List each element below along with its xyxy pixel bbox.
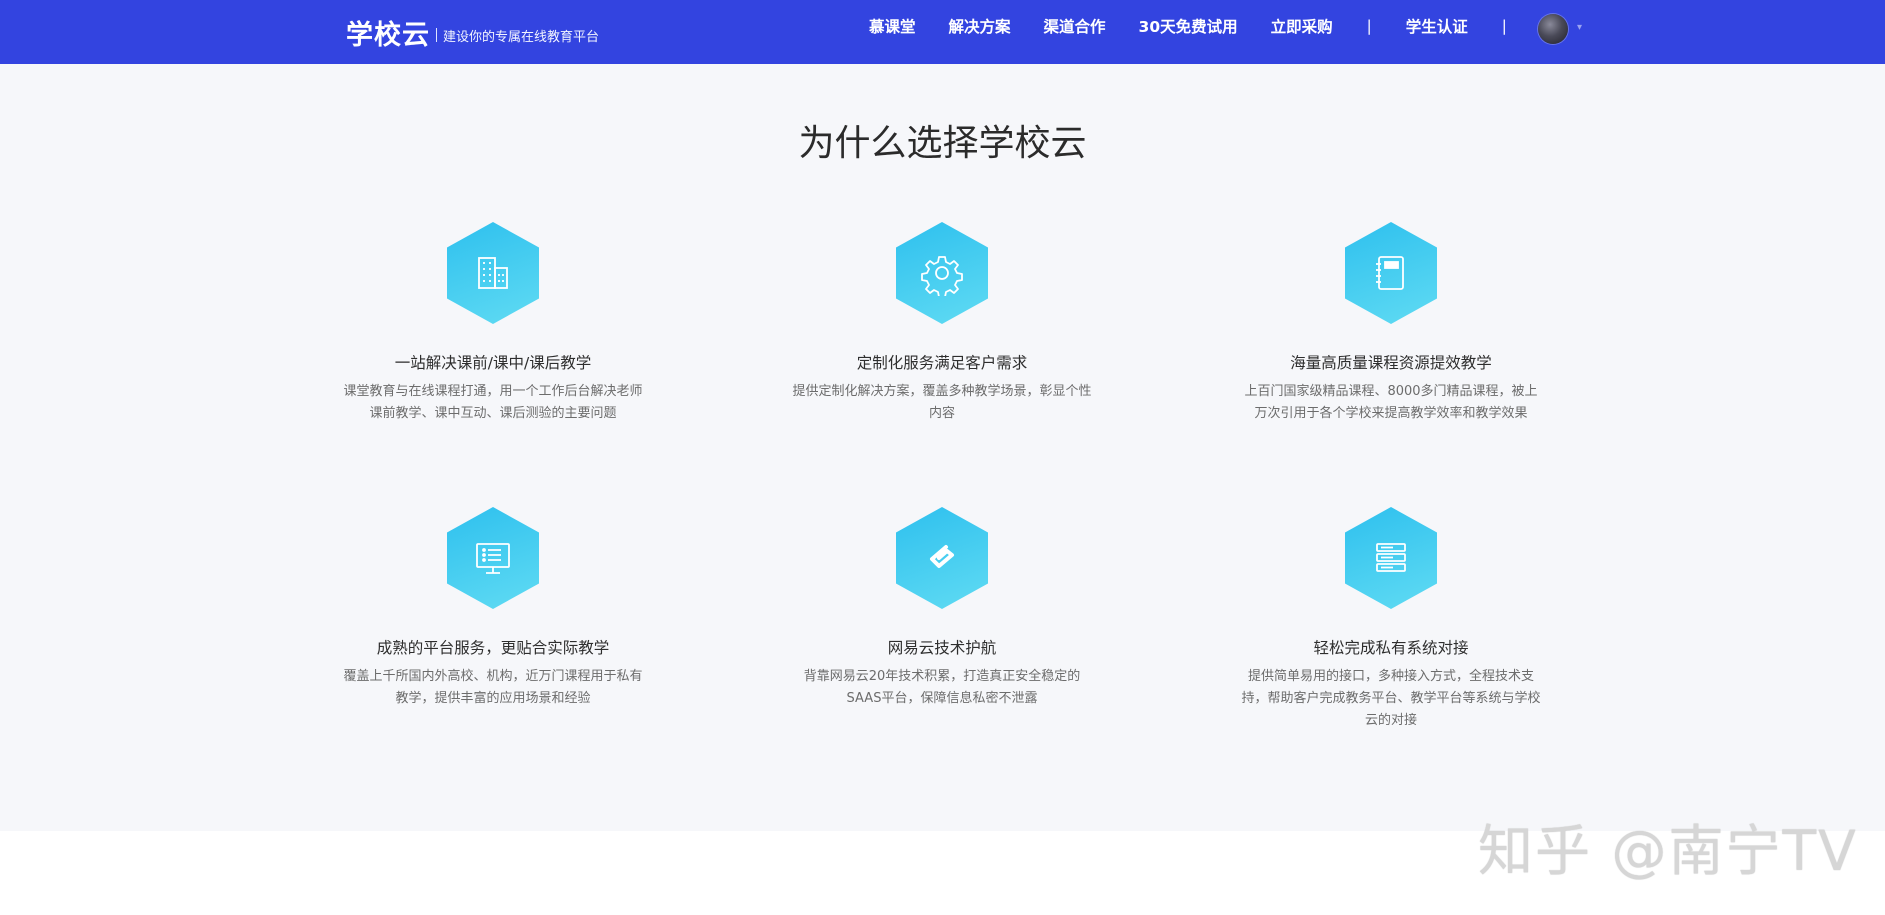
feature-description: 覆盖上千所国内外高校、机构，近万门课程用于私有教学，提供丰富的应用场景和经验 [343, 669, 643, 706]
brand[interactable]: 学校云 建设你的专属在线教育平台 [346, 12, 599, 52]
chevron-down-icon[interactable]: ▾ [1577, 22, 1582, 33]
nav-divider: | [1501, 17, 1507, 35]
gear-icon [896, 222, 988, 324]
feature-title: 海量高质量课程资源提效教学 [1290, 354, 1492, 372]
feature-title: 成熟的平台服务，更贴合实际教学 [376, 639, 610, 657]
feature-title: 定制化服务满足客户需求 [856, 354, 1028, 372]
nav-item-solutions[interactable]: 解决方案 [949, 15, 1011, 37]
watermark: 知乎 @南宁TV [1478, 819, 1858, 883]
feature-title: 网易云技术护航 [887, 639, 997, 657]
feature-description: 上百门国家级精品课程、8000多门精品课程，被上万次引用于各个学校来提高教学效率… [1244, 384, 1538, 421]
avatar[interactable] [1538, 14, 1568, 44]
server-icon [1345, 507, 1437, 609]
feature-description: 提供简单易用的接口，多种接入方式，全程技术支持，帮助客户完成教务平台、教学平台等… [1241, 669, 1541, 728]
brand-separator [436, 28, 437, 42]
brand-slogan: 建设你的专属在线教育平台 [443, 29, 600, 45]
nav-divider: | [1366, 17, 1372, 35]
monitor-icon [447, 507, 539, 609]
nav-item-trial[interactable]: 30天免费试用 [1139, 15, 1238, 37]
netease-cloud-icon [896, 507, 988, 609]
feature-title: 一站解决课前/课中/课后教学 [394, 354, 592, 372]
nav-item-mooc[interactable]: 慕课堂 [869, 15, 916, 37]
nav-item-purchase[interactable]: 立即采购 [1271, 15, 1333, 37]
brand-logo[interactable]: 学校云 [346, 13, 430, 52]
notebook-icon [1345, 222, 1437, 324]
building-icon [447, 222, 539, 324]
section-title: 为什么选择学校云 [798, 123, 1087, 164]
nav-item-student-auth[interactable]: 学生认证 [1406, 15, 1468, 37]
feature-title: 轻松完成私有系统对接 [1313, 639, 1469, 657]
feature-description: 课堂教育与在线课程打通，用一个工作后台解决老师课前教学、课中互动、课后测验的主要… [343, 384, 643, 421]
top-navbar: 学校云 建设你的专属在线教育平台 慕课堂 解决方案 渠道合作 30天免费试用 立… [0, 0, 1885, 64]
nav-item-channel[interactable]: 渠道合作 [1044, 15, 1106, 37]
main-nav: 慕课堂 解决方案 渠道合作 30天免费试用 立即采购 | 学生认证 | [850, 0, 1507, 52]
feature-description: 背靠网易云20年技术积累，打造真正安全稳定的SAAS平台，保障信息私密不泄露 [803, 669, 1081, 706]
feature-description: 提供定制化解决方案，覆盖多种教学场景，彰显个性内容 [792, 384, 1092, 421]
why-choose-section: 为什么选择学校云 一站解决课前/课中/课后教学 课堂教育与在线课程打通，用一个工… [0, 64, 1885, 831]
